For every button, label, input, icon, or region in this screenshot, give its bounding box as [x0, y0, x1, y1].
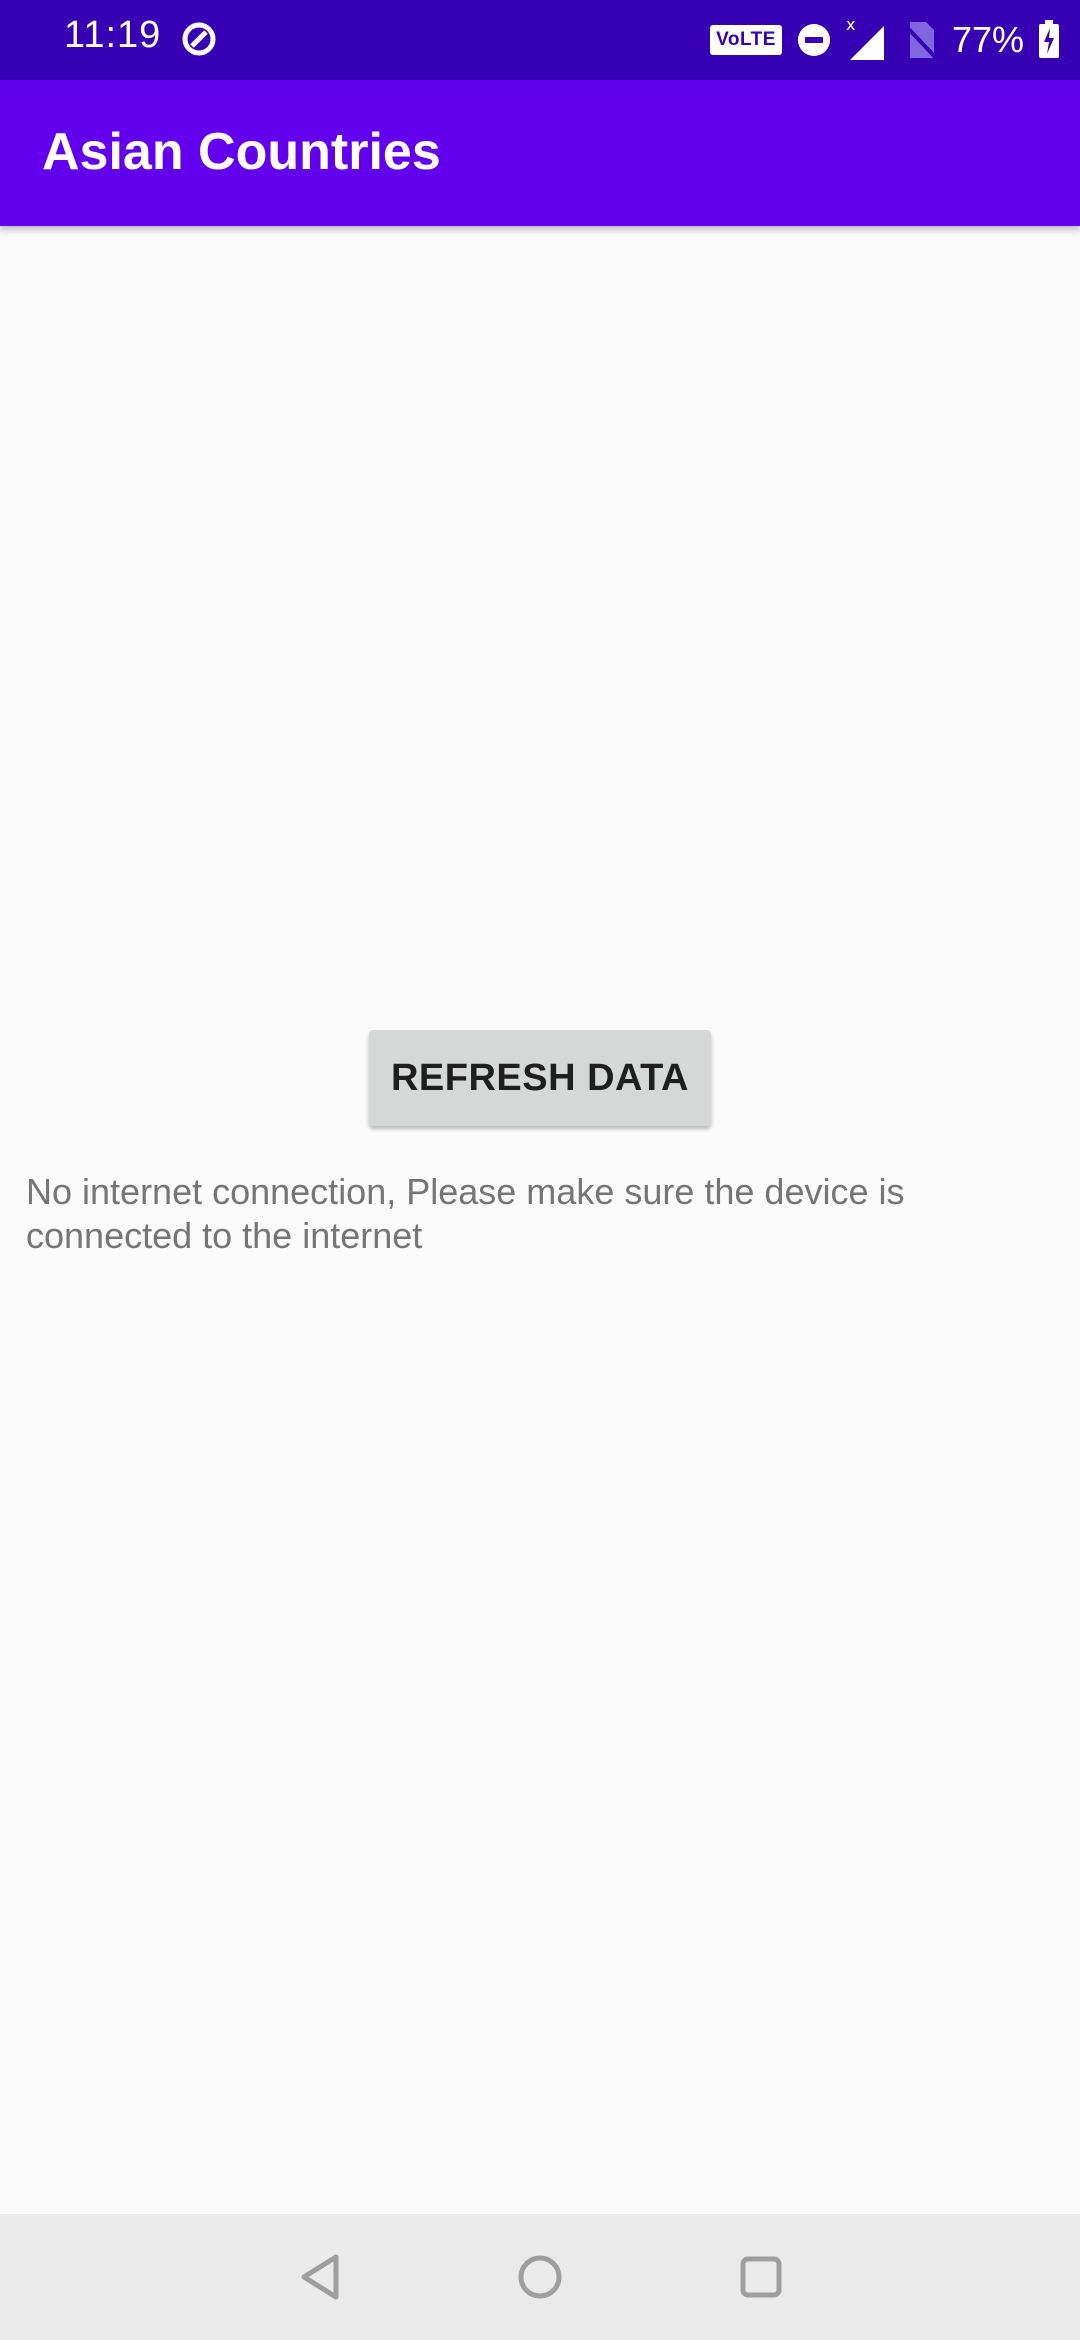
refresh-data-button[interactable]: REFRESH DATA	[369, 1030, 711, 1126]
screen: 11:19 VoLTE x 77% Asian Countries REFRES…	[0, 0, 1080, 2340]
home-button[interactable]	[504, 2241, 576, 2313]
do-not-disturb-icon	[182, 22, 216, 56]
recents-icon	[740, 2256, 782, 2298]
signal-x-icon: x	[846, 18, 884, 60]
no-sim-icon	[902, 22, 938, 60]
app-bar: Asian Countries	[0, 80, 1080, 226]
battery-charging-icon	[1039, 20, 1059, 58]
no-connection-message: No internet connection, Please make sure…	[26, 1171, 905, 1256]
volte-badge: VoLTE	[710, 25, 782, 55]
home-icon	[518, 2255, 562, 2299]
back-button[interactable]	[284, 2241, 356, 2313]
status-icons: VoLTE x 77%	[710, 0, 1060, 80]
navigation-bar	[0, 2214, 1080, 2340]
recents-button[interactable]	[725, 2241, 797, 2313]
battery-percent: 77%	[951, 19, 1024, 60]
status-time: 11:19	[64, 14, 162, 56]
back-icon	[301, 2254, 339, 2300]
svg-text:x: x	[846, 18, 855, 34]
status-bar: 11:19 VoLTE x 77%	[0, 0, 1080, 80]
app-title: Asian Countries	[42, 123, 441, 181]
dnd-minus-icon	[797, 24, 830, 56]
